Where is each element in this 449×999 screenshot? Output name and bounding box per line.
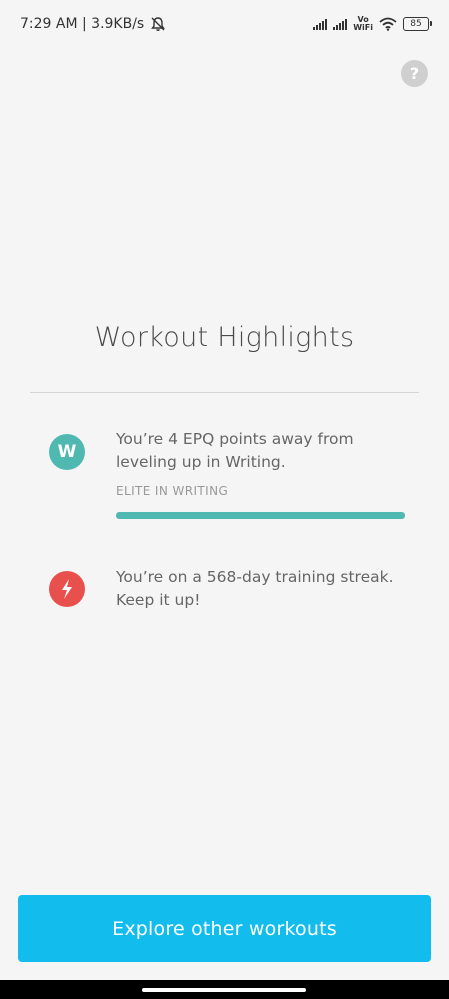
help-button[interactable]: ?: [401, 60, 428, 87]
status-time: 7:29 AM | 3.9KB/s: [20, 16, 145, 32]
page-title: Workout Highlights: [94, 322, 355, 353]
help-icon: ?: [409, 64, 420, 83]
explore-workouts-button[interactable]: Explore other workouts: [18, 895, 431, 962]
divider: [30, 392, 419, 393]
epq-text: You’re 4 EPQ points away from leveling u…: [116, 430, 354, 471]
level-label: ELITE IN WRITING: [116, 484, 229, 498]
streak-text: You’re on a 568-day training streak. Kee…: [116, 568, 394, 609]
navigation-bar: [0, 980, 449, 999]
signal-icon: [313, 18, 328, 30]
vowifi-bottom: WiFi: [353, 23, 373, 32]
status-bar: 7:29 AM | 3.9KB/s Vo WiFi 85: [0, 0, 449, 48]
status-left: 7:29 AM | 3.9KB/s: [20, 16, 166, 32]
level-progress-fill: [116, 512, 405, 519]
vowifi-icon: Vo WiFi: [353, 16, 373, 32]
lightning-icon: [49, 571, 85, 607]
bell-muted-icon: [151, 17, 166, 31]
level-progress-bar: [116, 512, 405, 519]
writing-badge-letter: W: [57, 442, 77, 462]
lightning-glyph: [62, 579, 72, 599]
status-right: Vo WiFi 85: [313, 16, 432, 32]
battery-level: 85: [410, 19, 422, 29]
screen: 7:29 AM | 3.9KB/s Vo WiFi 85 ? Workout H…: [0, 0, 449, 999]
home-indicator[interactable]: [142, 988, 306, 992]
battery-icon: 85: [403, 17, 432, 31]
writing-badge-icon: W: [49, 434, 85, 470]
wifi-icon: [379, 17, 397, 31]
signal-icon-2: [333, 18, 348, 30]
